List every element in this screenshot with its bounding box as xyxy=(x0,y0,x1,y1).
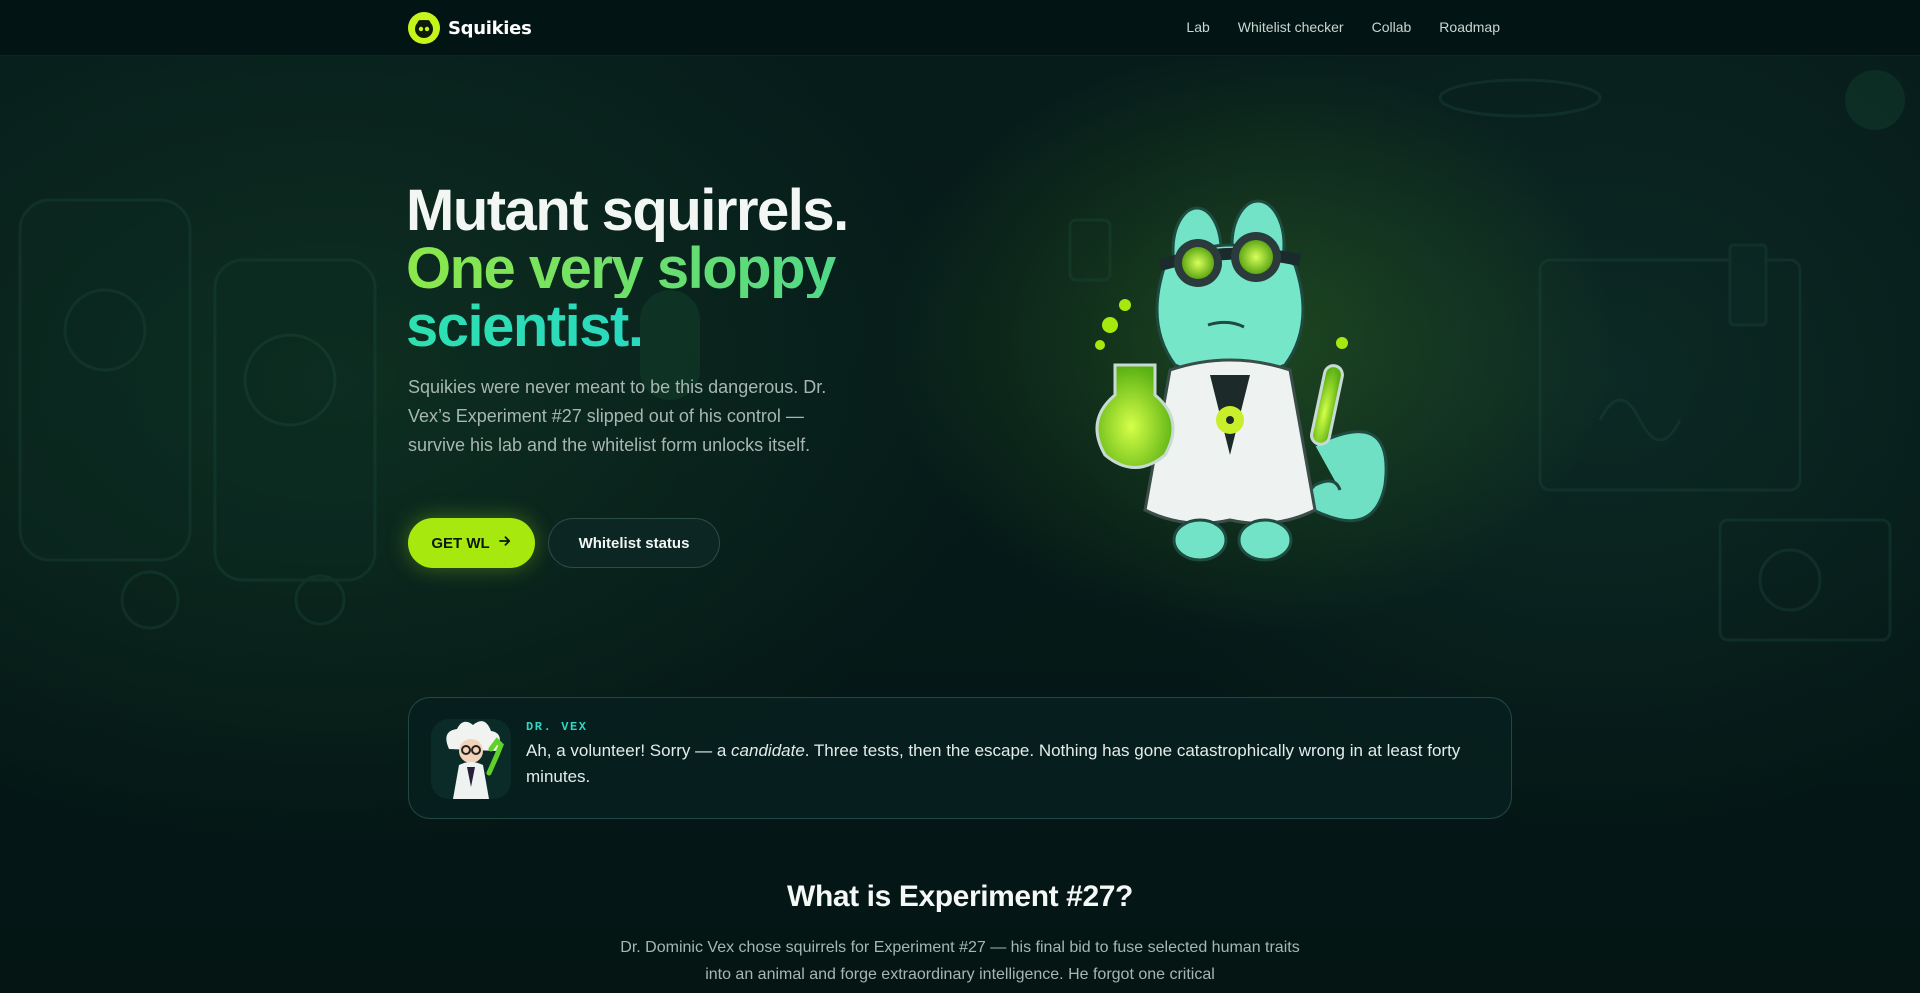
hero-title: Mutant squirrels. One very sloppy scient… xyxy=(406,178,849,356)
get-wl-label: GET WL xyxy=(431,534,490,552)
hero-title-line-3: scientist. xyxy=(406,298,848,356)
arrow-right-icon xyxy=(498,534,512,552)
nav-links: Lab Whitelist checker Collab Roadmap xyxy=(1186,19,1500,35)
hero-title-line-2: One very sloppy xyxy=(406,240,848,298)
dialog-message-part-1: Ah, a volunteer! Sorry — a xyxy=(526,741,732,760)
dialog-message-emphasis: candidate xyxy=(731,741,805,760)
experiment-section-title: What is Experiment #27? xyxy=(787,880,1133,913)
dialog-message: Ah, a volunteer! Sorry — a candidate. Th… xyxy=(526,738,1496,790)
mutant-squirrel-mascot-illustration xyxy=(1095,199,1388,562)
dialog-speaker-name: DR. VEX xyxy=(526,720,588,734)
lab-background-illustration xyxy=(18,70,1905,642)
nav-link-collab[interactable]: Collab xyxy=(1372,19,1412,35)
brand-name: Squikies xyxy=(448,17,532,39)
squirrel-logo-icon xyxy=(408,12,440,44)
nav-link-whitelist-checker[interactable]: Whitelist checker xyxy=(1238,19,1344,35)
whitelist-status-button[interactable]: Whitelist status xyxy=(548,518,720,568)
get-wl-button[interactable]: GET WL xyxy=(408,518,535,568)
page: Squikies Lab Whitelist checker Collab Ro… xyxy=(0,0,1920,993)
dr-vex-avatar xyxy=(431,719,511,799)
brand-link[interactable]: Squikies xyxy=(408,12,532,44)
nav-link-roadmap[interactable]: Roadmap xyxy=(1439,19,1500,35)
hero-title-line-1: Mutant squirrels. xyxy=(406,178,849,243)
hero-description: Squikies were never meant to be this dan… xyxy=(408,377,827,455)
top-navigation: Squikies Lab Whitelist checker Collab Ro… xyxy=(0,0,1920,56)
experiment-section-body: Dr. Dominic Vex chose squirrels for Expe… xyxy=(620,939,1300,983)
dr-vex-dialog-card: DR. VEX Ah, a volunteer! Sorry — a candi… xyxy=(408,697,1512,819)
nav-link-lab[interactable]: Lab xyxy=(1186,19,1209,35)
